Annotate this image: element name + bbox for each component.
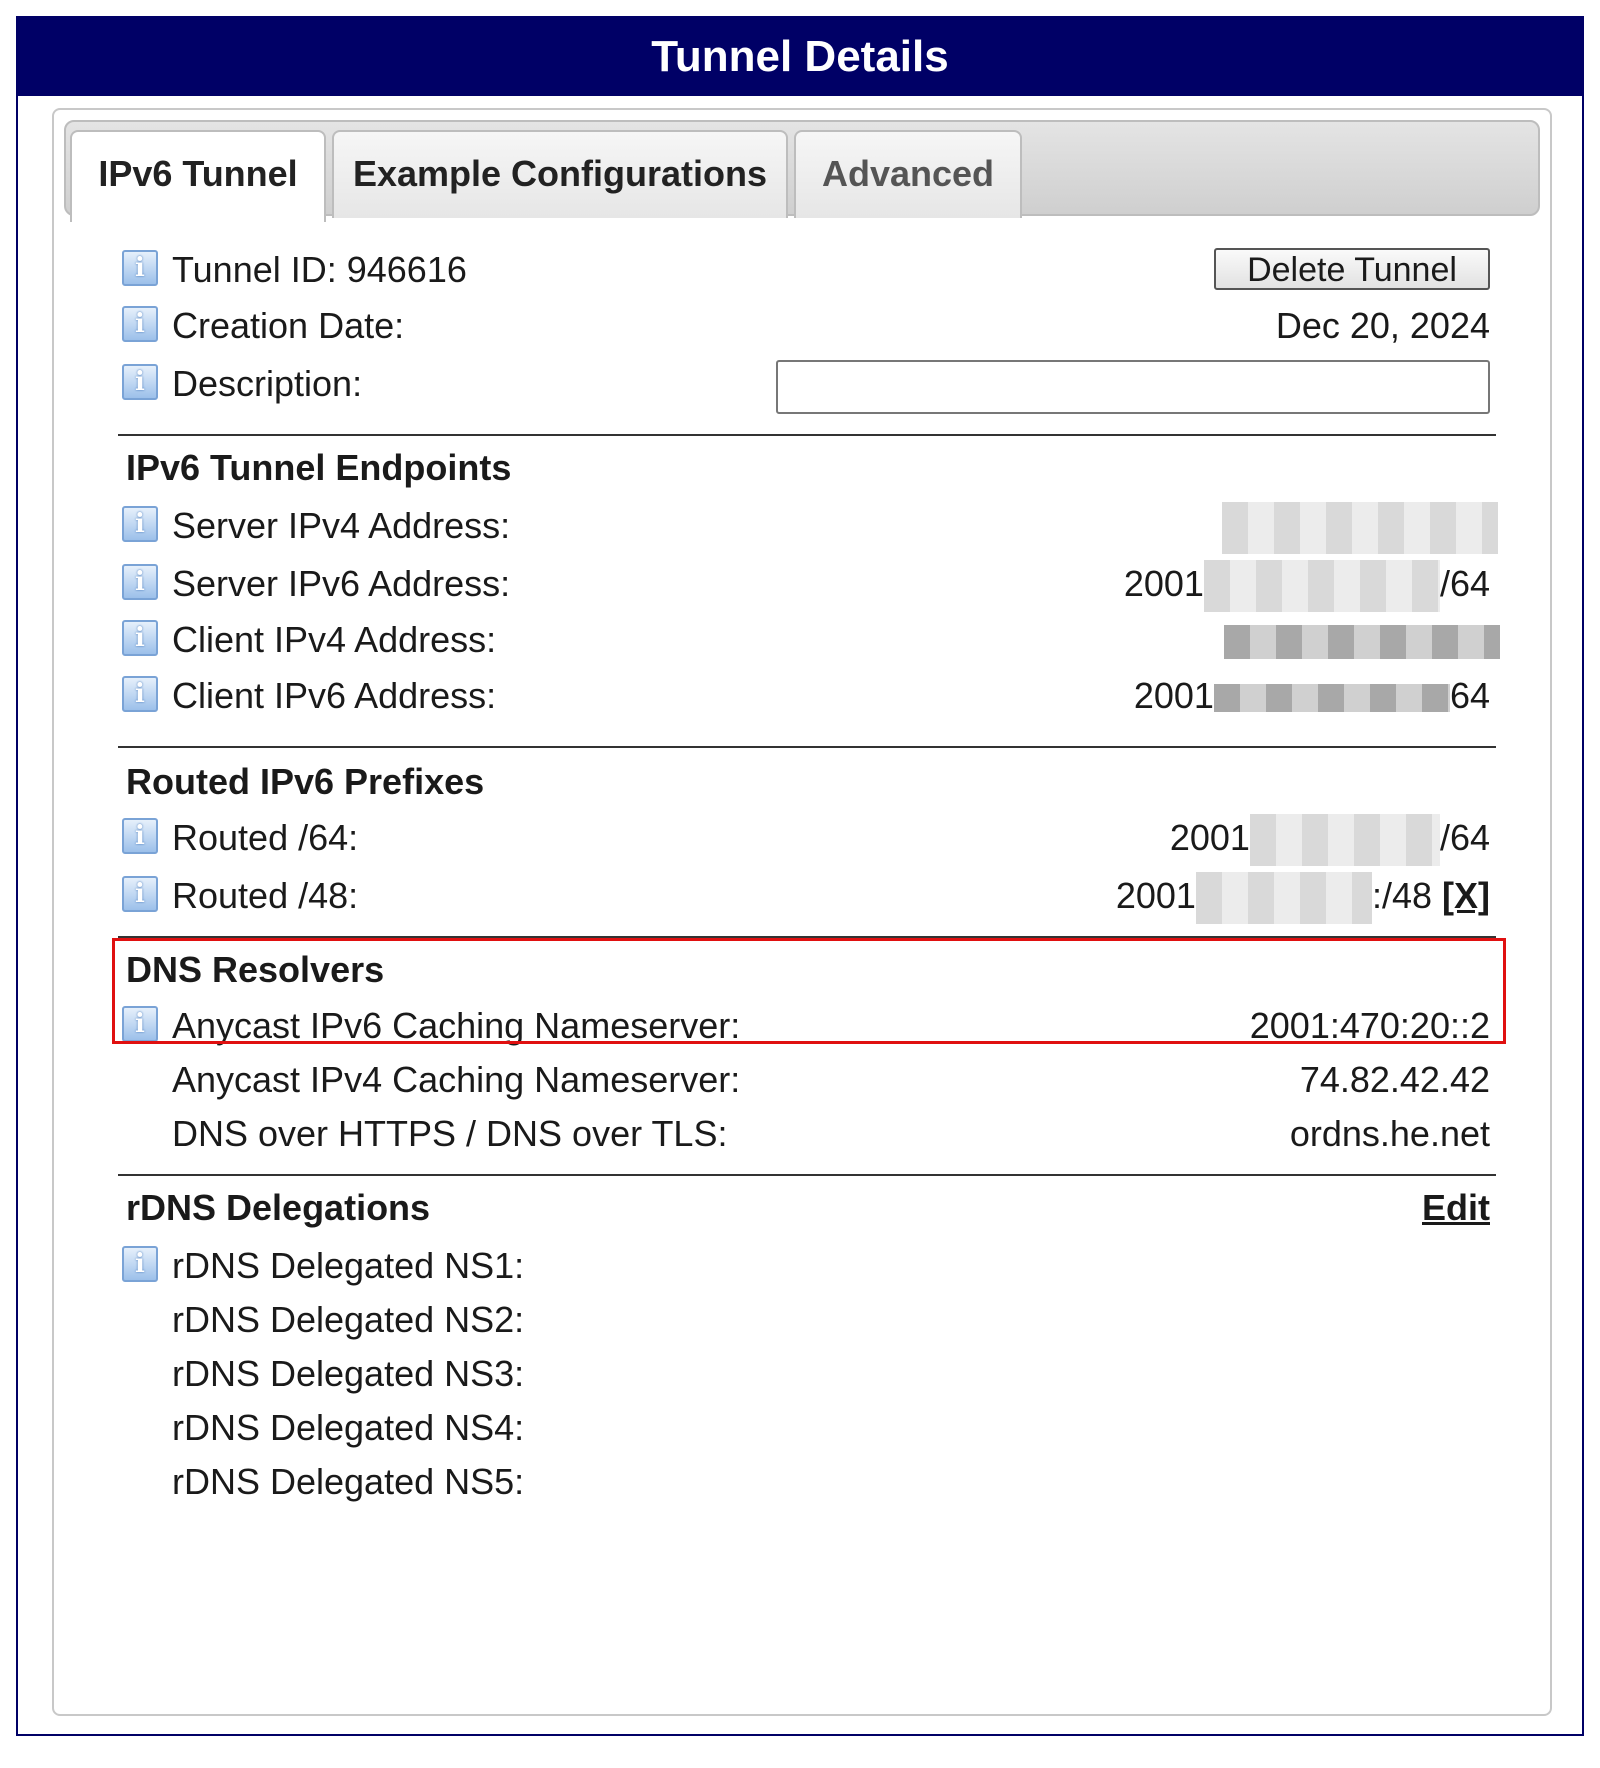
- info-icon[interactable]: i: [122, 564, 158, 600]
- server-ipv6-prefix: 2001: [1123, 563, 1204, 604]
- anycast-ipv6-value: 2001:470:20::2: [1249, 1005, 1490, 1046]
- row-rdns-ns1: i rDNS Delegated NS1:: [54, 1238, 1550, 1294]
- info-icon[interactable]: i: [122, 676, 158, 712]
- routed-64-prefix: 2001: [1169, 817, 1250, 858]
- client-ipv6-label: Client IPv6 Address:: [172, 675, 497, 716]
- section-divider: [118, 746, 1496, 748]
- info-icon[interactable]: i: [122, 306, 158, 342]
- tab-strip: IPv6 Tunnel Example Configurations Advan…: [64, 120, 1540, 222]
- redacted-value: [1222, 502, 1498, 555]
- section-divider: [118, 936, 1496, 938]
- rdns-section-title: rDNS Delegations: [126, 1187, 431, 1228]
- row-description: i Description:: [54, 356, 1550, 414]
- anycast-ipv4-value: 74.82.42.42: [1299, 1059, 1490, 1100]
- redacted-value: [1224, 625, 1500, 660]
- info-icon[interactable]: i: [122, 818, 158, 854]
- redacted-value: [1249, 814, 1440, 867]
- routed-section-title: Routed IPv6 Prefixes: [126, 761, 485, 802]
- section-divider: [118, 434, 1496, 436]
- routed-48-suffix: :/48: [1371, 875, 1432, 916]
- rdns-ns5-label: rDNS Delegated NS5:: [172, 1461, 525, 1502]
- server-ipv6-label: Server IPv6 Address:: [172, 563, 511, 604]
- client-ipv6-suffix: 64: [1449, 675, 1490, 716]
- row-routed-48: i Routed /48: 2001 :/48 [X]: [54, 868, 1550, 925]
- creation-date-value: Dec 20, 2024: [1275, 305, 1490, 346]
- row-routed-64: i Routed /64: 2001/64: [54, 810, 1550, 867]
- server-ipv6-suffix: /64: [1439, 563, 1490, 604]
- endpoints-section-title: IPv6 Tunnel Endpoints: [126, 447, 512, 488]
- routed-48-prefix: 2001: [1115, 875, 1196, 916]
- row-rdns-ns3: rDNS Delegated NS3:: [54, 1346, 1550, 1402]
- anycast-ipv6-label: Anycast IPv6 Caching Nameserver:: [172, 1005, 741, 1046]
- remove-routed-48-link[interactable]: [X]: [1442, 875, 1490, 916]
- creation-date-label: Creation Date:: [172, 305, 405, 346]
- window-title: Tunnel Details: [18, 18, 1582, 96]
- routed-48-value: 2001 :/48 [X]: [1115, 868, 1490, 925]
- rdns-edit-link[interactable]: Edit: [1422, 1180, 1490, 1236]
- routed-48-label: Routed /48:: [172, 875, 359, 916]
- routed-64-value: 2001/64: [1169, 810, 1490, 867]
- info-icon[interactable]: i: [122, 364, 158, 400]
- rdns-ns4-label: rDNS Delegated NS4:: [172, 1407, 525, 1448]
- row-server-ipv6: i Server IPv6 Address: 2001/64: [54, 556, 1550, 613]
- anycast-ipv4-label: Anycast IPv4 Caching Nameserver:: [172, 1059, 741, 1100]
- row-server-ipv4: i Server IPv4 Address:: [54, 498, 1550, 555]
- row-dns-over-https: DNS over HTTPS / DNS over TLS: ordns.he.…: [54, 1106, 1550, 1162]
- info-icon[interactable]: i: [122, 620, 158, 656]
- info-icon[interactable]: i: [122, 1246, 158, 1282]
- section-divider: [118, 1174, 1496, 1176]
- tunnel-id-label: Tunnel ID: 946616: [172, 249, 467, 290]
- client-ipv4-label: Client IPv4 Address:: [172, 619, 497, 660]
- tab-panel: IPv6 Tunnel Example Configurations Advan…: [52, 108, 1552, 1716]
- routed-64-suffix: /64: [1439, 817, 1490, 858]
- client-ipv6-prefix: 2001: [1133, 675, 1214, 716]
- redacted-value: [1195, 872, 1372, 925]
- row-anycast-ipv4: Anycast IPv4 Caching Nameserver: 74.82.4…: [54, 1052, 1550, 1108]
- doh-value: ordns.he.net: [1289, 1113, 1490, 1154]
- info-icon[interactable]: i: [122, 1006, 158, 1042]
- tab-advanced[interactable]: Advanced: [794, 130, 1022, 218]
- row-tunnel-id: i Tunnel ID: 946616 Delete Tunnel: [54, 242, 1550, 298]
- client-ipv6-value: 2001 64: [1134, 668, 1490, 724]
- server-ipv4-value: [1222, 498, 1498, 555]
- row-client-ipv4: i Client IPv4 Address:: [54, 612, 1550, 668]
- server-ipv4-label: Server IPv4 Address:: [172, 505, 511, 546]
- delete-tunnel-button[interactable]: Delete Tunnel: [1214, 248, 1490, 290]
- redacted-value: [1213, 684, 1450, 713]
- rdns-ns3-label: rDNS Delegated NS3:: [172, 1353, 525, 1394]
- row-rdns-ns4: rDNS Delegated NS4:: [54, 1400, 1550, 1456]
- tunnel-details-window: Tunnel Details IPv6 Tunnel Example Confi…: [16, 16, 1584, 1736]
- dns-section-title: DNS Resolvers: [126, 949, 385, 990]
- info-icon[interactable]: i: [122, 506, 158, 542]
- redacted-value: [1203, 560, 1440, 613]
- rdns-ns1-label: rDNS Delegated NS1:: [172, 1245, 525, 1286]
- tab-example-configurations[interactable]: Example Configurations: [332, 130, 788, 218]
- client-ipv4-value: [1224, 612, 1500, 668]
- row-rdns-ns2: rDNS Delegated NS2:: [54, 1292, 1550, 1348]
- rdns-ns2-label: rDNS Delegated NS2:: [172, 1299, 525, 1340]
- routed-64-label: Routed /64:: [172, 817, 359, 858]
- row-creation-date: i Creation Date: Dec 20, 2024: [54, 298, 1550, 354]
- tab-ipv6-tunnel[interactable]: IPv6 Tunnel: [70, 130, 326, 222]
- server-ipv6-value: 2001/64: [1123, 556, 1490, 613]
- row-anycast-ipv6: i Anycast IPv6 Caching Nameserver: 2001:…: [54, 998, 1550, 1054]
- description-input[interactable]: [776, 360, 1490, 414]
- info-icon[interactable]: i: [122, 876, 158, 912]
- row-rdns-ns5: rDNS Delegated NS5:: [54, 1454, 1550, 1510]
- description-label: Description:: [172, 363, 363, 404]
- doh-label: DNS over HTTPS / DNS over TLS:: [172, 1113, 728, 1154]
- row-client-ipv6: i Client IPv6 Address: 2001 64: [54, 668, 1550, 724]
- info-icon[interactable]: i: [122, 250, 158, 286]
